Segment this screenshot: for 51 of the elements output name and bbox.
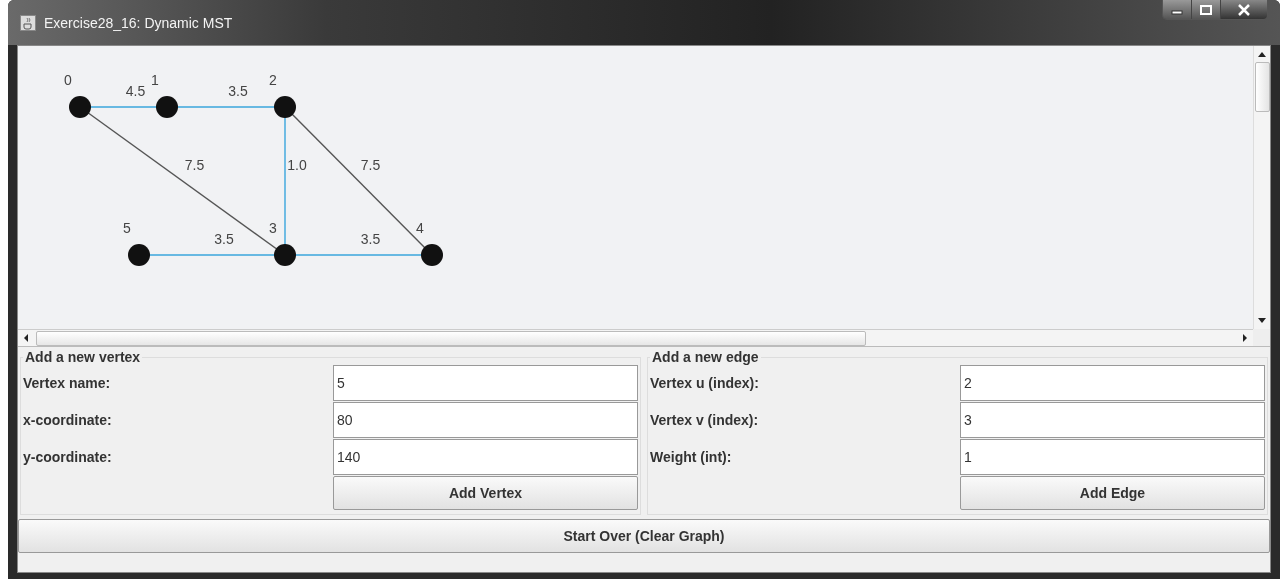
edge-weight: 3.5 bbox=[214, 231, 234, 247]
down-arrow-icon[interactable] bbox=[1257, 317, 1267, 325]
minimize-button[interactable] bbox=[1163, 0, 1192, 19]
field-label: Weight (int): bbox=[650, 449, 733, 465]
text-field[interactable]: 1 bbox=[960, 439, 1265, 475]
edge-weight: 3.5 bbox=[360, 231, 381, 247]
add-button[interactable]: Add Edge bbox=[960, 476, 1265, 510]
edge-weight: 4.5 bbox=[125, 83, 146, 99]
edge-weight: 3.5 bbox=[228, 83, 248, 99]
panel-title: Add a new edge bbox=[651, 349, 760, 365]
coffee-cup-icon bbox=[20, 14, 36, 31]
field-label: Vertex v (index): bbox=[650, 412, 760, 428]
maximize-icon bbox=[1199, 4, 1213, 15]
scroll-thumb[interactable] bbox=[1254, 62, 1270, 112]
vertex-label: 5 bbox=[123, 220, 131, 236]
window-title: Exercise28_16: Dynamic MST bbox=[44, 14, 233, 31]
graph-vertex bbox=[128, 244, 150, 266]
close-icon bbox=[1237, 3, 1251, 16]
panel-title: Add a new vertex bbox=[24, 349, 142, 365]
text-field[interactable]: 80 bbox=[333, 402, 638, 438]
add-button[interactable]: Add Vertex bbox=[333, 476, 638, 510]
vertical-scrollbar[interactable] bbox=[1253, 46, 1270, 329]
text-field[interactable]: 2 bbox=[960, 365, 1265, 401]
graph-vertex bbox=[69, 96, 91, 118]
field-label: x-coordinate: bbox=[23, 412, 113, 428]
graph-vertex bbox=[274, 244, 296, 266]
edge-weight: 1.0 bbox=[287, 157, 307, 173]
edge-weight: 7.5 bbox=[360, 157, 381, 173]
text-field[interactable]: 5 bbox=[333, 365, 638, 401]
edge-weight: 7.5 bbox=[184, 157, 205, 173]
vertex-label: 0 bbox=[64, 72, 72, 88]
right-arrow-icon[interactable] bbox=[1241, 333, 1249, 343]
text-field[interactable]: 140 bbox=[333, 439, 638, 475]
text-field[interactable]: 3 bbox=[960, 402, 1265, 438]
close-button[interactable] bbox=[1221, 0, 1267, 19]
vertex-label: 2 bbox=[269, 72, 277, 88]
graph-vertex bbox=[421, 244, 443, 266]
up-arrow-icon[interactable] bbox=[1257, 50, 1267, 58]
field-label: y-coordinate: bbox=[23, 449, 113, 465]
start-over-button[interactable]: Start Over (Clear Graph) bbox=[18, 519, 1270, 553]
vertex-label: 1 bbox=[151, 72, 159, 88]
left-arrow-icon[interactable] bbox=[22, 333, 30, 343]
graph-vertex bbox=[156, 96, 178, 118]
horizontal-scrollbar[interactable] bbox=[18, 329, 1253, 346]
vertex-label: 4 bbox=[416, 220, 424, 236]
graph-vertex bbox=[274, 96, 296, 118]
scroll-thumb[interactable] bbox=[36, 330, 866, 346]
field-label: Vertex u (index): bbox=[650, 375, 760, 391]
maximize-button[interactable] bbox=[1192, 0, 1221, 19]
field-label: Vertex name: bbox=[23, 375, 112, 391]
vertex-label: 3 bbox=[269, 220, 277, 236]
